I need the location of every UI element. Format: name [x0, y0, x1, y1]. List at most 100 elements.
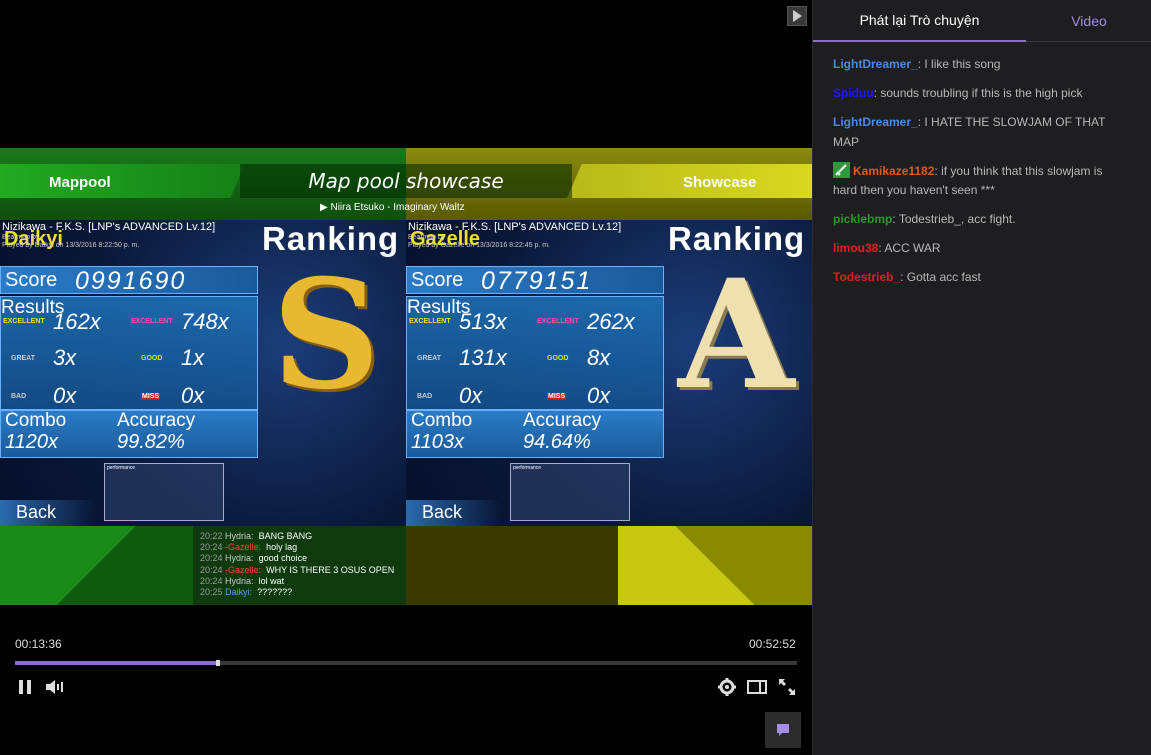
- seek-bar-handle[interactable]: [216, 660, 221, 666]
- hit-value: 0x: [181, 383, 205, 408]
- hit-label: EXCELLENT: [409, 318, 451, 325]
- hit-label: EXCELLENT: [3, 318, 45, 325]
- score-value: 0991690: [75, 267, 187, 295]
- settings-button[interactable]: [717, 678, 736, 696]
- chatlog-line: 20:24 -Gazelle: WHY IS THERE 3 OSUS OPEN: [200, 565, 410, 576]
- video-player[interactable]: Mappool Map pool showcase Showcase ▶ Nii…: [0, 0, 812, 755]
- seek-bar-fill: [15, 661, 219, 665]
- beatmap-by: Beatmap by: [408, 234, 446, 241]
- hit-value: 1x: [181, 345, 205, 370]
- chatlog-line: 20:22 Hydria: BANG BANG: [200, 531, 410, 542]
- chat-username[interactable]: LightDreamer_: [833, 57, 918, 71]
- chatlog-name: Hydria:: [225, 575, 254, 586]
- chat-username[interactable]: picklebmp: [833, 212, 892, 226]
- chatlog-line: 20:24 -Gazelle: holy lag: [200, 542, 410, 553]
- chat-text: I like this song: [924, 57, 1001, 71]
- chatlog-text: holy lag: [266, 542, 298, 553]
- performance-graph: performance: [510, 463, 630, 521]
- tab-video[interactable]: Video: [1026, 0, 1151, 42]
- hit-label: MISS: [547, 393, 567, 400]
- hit-value: 748x: [181, 309, 229, 334]
- theatre-mode-button[interactable]: [746, 678, 768, 696]
- tab-chat-replay[interactable]: Phát lại Trò chuyện: [813, 0, 1026, 42]
- fullscreen-button[interactable]: [777, 678, 797, 696]
- performance-label: performance: [513, 465, 542, 471]
- hit-value: 0x: [459, 383, 483, 408]
- play-arrow-icon: [793, 10, 802, 22]
- volume-button[interactable]: [45, 678, 65, 696]
- hit-label: EXCELLENT: [537, 318, 579, 325]
- now-playing: ▶ Niira Etsuko - Imaginary Waltz: [320, 202, 465, 213]
- chatlog-text: good choice: [258, 553, 308, 564]
- result-panel-right: Nizikawa - F.K.S. [LNP's ADVANCED Lv.12]…: [406, 220, 812, 526]
- back-label: Back: [16, 502, 57, 522]
- accuracy-value: 94.64%: [523, 431, 591, 453]
- chat-toggle-button[interactable]: [765, 712, 801, 748]
- grade-letter: A: [678, 247, 795, 423]
- chatlog-line: 20:25 Daikyi: ???????: [200, 587, 410, 598]
- hit-value: 3x: [53, 345, 77, 370]
- hit-value: 262x: [587, 309, 635, 334]
- score-label: Score: [5, 269, 58, 291]
- chatlog-text: WHY IS THERE 3 OSUS OPEN: [266, 564, 395, 575]
- chat-message: Spiduu: sounds troubling if this is the …: [833, 84, 1123, 104]
- chat-text: sounds troubling if this is the high pic…: [880, 86, 1083, 100]
- chat-message: limou38: ACC WAR: [833, 239, 1123, 259]
- hit-value: 8x: [587, 345, 611, 370]
- hit-value: 131x: [459, 345, 507, 370]
- chat-message: picklebmp: Todestrieb_, acc fight.: [833, 210, 1123, 230]
- chatlog-time: 20:25: [200, 587, 223, 598]
- showcase-label: Showcase: [683, 174, 757, 191]
- volume-icon: [46, 680, 63, 694]
- performance-label: performance: [107, 465, 136, 471]
- grade-letter: S: [272, 247, 381, 423]
- chat-message: Todestrieb_: Gotta acc fast: [833, 268, 1123, 288]
- chatlog-name: -Gazelle:: [225, 564, 262, 575]
- sword-badge-icon: [833, 161, 850, 178]
- chatlog-name: -Gazelle:: [225, 542, 262, 553]
- combo-value: 1103x: [411, 431, 465, 453]
- chat-text: Todestrieb_, acc fight.: [898, 212, 1016, 226]
- overlay-bottom-left-shape: [0, 526, 193, 605]
- video-frame[interactable]: Mappool Map pool showcase Showcase ▶ Nii…: [0, 148, 812, 605]
- back-button: Back: [0, 500, 96, 526]
- chat-message: LightDreamer_: I HATE THE SLOWJAM OF THA…: [833, 113, 1123, 152]
- hit-label: GOOD: [141, 355, 163, 362]
- performance-graph: performance: [104, 463, 224, 521]
- combo-label: Combo: [5, 410, 67, 431]
- chat-username[interactable]: Spiduu: [833, 86, 874, 100]
- chatlog-text: ???????: [257, 587, 293, 598]
- chat-sidebar: Phát lại Trò chuyện Video LightDreamer_:…: [812, 0, 1151, 755]
- gear-icon: [717, 678, 736, 696]
- now-playing-text: Niira Etsuko - Imaginary Waltz: [330, 202, 465, 213]
- total-time: 00:52:52: [749, 637, 796, 651]
- chat-username[interactable]: Kamikaze1182: [853, 164, 934, 178]
- collapse-chat-button[interactable]: [787, 6, 807, 26]
- chat-text: ACC WAR: [884, 241, 941, 255]
- chat-message-list: LightDreamer_: I like this song Spiduu: s…: [833, 55, 1123, 297]
- current-time: 00:13:36: [15, 637, 62, 651]
- combo-label: Combo: [411, 410, 473, 431]
- results-box: Results EXCELLENT 162x EXCELLENT 748x GR…: [0, 296, 258, 410]
- played-by: Played by Gazelle on 13/3/2016 8:22:45 p…: [408, 242, 551, 249]
- combo-accuracy-box: Combo 1103x Accuracy 94.64%: [406, 410, 664, 458]
- chat-username[interactable]: LightDreamer_: [833, 115, 918, 129]
- overlay-bottom-right-shape: [618, 526, 812, 605]
- hit-value: 162x: [53, 309, 101, 334]
- hit-label: MISS: [141, 393, 161, 400]
- theatre-icon: [747, 680, 767, 694]
- chat-colon: :: [900, 270, 907, 284]
- hit-label: GOOD: [547, 355, 569, 362]
- combo-value: 1120x: [5, 431, 59, 453]
- overlay-bottom-right: [406, 526, 812, 605]
- chat-username[interactable]: limou38: [833, 241, 878, 255]
- now-playing-icon: ▶: [320, 202, 328, 213]
- pause-button[interactable]: [17, 678, 33, 696]
- app-root: Mappool Map pool showcase Showcase ▶ Nii…: [0, 0, 1151, 755]
- pause-icon: [19, 680, 31, 694]
- chat-username[interactable]: Todestrieb_: [833, 270, 900, 284]
- chatlog-time: 20:24: [200, 575, 223, 586]
- seek-bar[interactable]: [15, 660, 797, 666]
- chatlog-name: Hydria:: [225, 531, 254, 541]
- chatlog-time: 20:24: [200, 542, 223, 553]
